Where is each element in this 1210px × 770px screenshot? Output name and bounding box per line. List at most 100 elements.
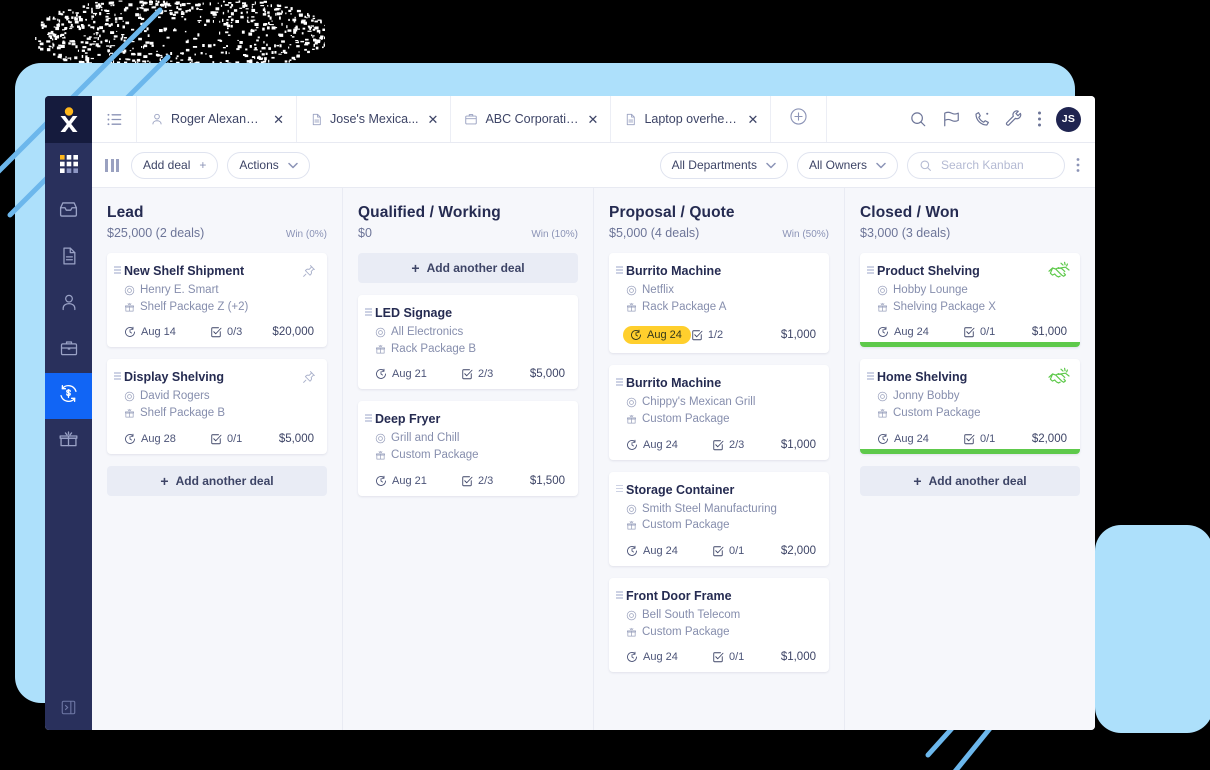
deal-card[interactable]: LED Signage All Electronics Rack Package B… — [358, 295, 578, 390]
search-kanban-container[interactable] — [907, 151, 1065, 179]
sidebar-item-contacts[interactable] — [45, 281, 92, 327]
left-navigation-rail — [45, 96, 92, 730]
add-another-deal-label: Add another deal — [928, 473, 1027, 488]
add-deal-label: Add deal — [143, 158, 191, 172]
sidebar-item-deals[interactable] — [45, 373, 92, 419]
deal-tasks: 0/1 — [963, 433, 1032, 445]
column-win-rate: Win (10%) — [531, 229, 578, 240]
deal-card[interactable]: Burrito Machine Netflix Rack Package A Aug … — [609, 253, 829, 354]
clock-icon — [626, 545, 638, 557]
due-date-label: Aug 21 — [392, 474, 427, 487]
close-icon[interactable]: ✕ — [273, 113, 284, 126]
pin-icon[interactable] — [302, 264, 316, 283]
add-deal-button[interactable]: Add deal + — [131, 151, 219, 179]
tab-abc-corporation[interactable]: ABC Corporatio... ✕ — [451, 96, 612, 142]
list-view-icon[interactable] — [92, 96, 137, 142]
clock-icon — [375, 475, 387, 487]
deal-card[interactable]: Deep Fryer Grill and Chill Custom Package A… — [358, 401, 578, 496]
deal-footer: Aug 24 2/3 $1,000 — [626, 439, 816, 451]
drag-handle-icon[interactable] — [616, 378, 623, 386]
drag-handle-icon[interactable] — [867, 372, 874, 380]
sidebar-item-inbox[interactable] — [45, 189, 92, 235]
departments-filter[interactable]: All Departments — [659, 151, 788, 179]
close-icon[interactable]: ✕ — [588, 113, 599, 126]
drag-handle-icon[interactable] — [114, 266, 121, 274]
columns-view-icon[interactable] — [105, 158, 119, 172]
tab-roger-alexandro[interactable]: Roger Alexandro.. ✕ — [137, 96, 297, 142]
deal-title: New Shelf Shipment — [124, 264, 245, 278]
pin-icon[interactable] — [302, 370, 316, 389]
due-date-label: Aug 24 — [894, 326, 929, 339]
deal-card[interactable]: Front Door Frame Bell South Telecom Custom… — [609, 578, 829, 673]
deal-amount: $1,500 — [529, 474, 565, 487]
app-logo[interactable] — [45, 96, 92, 143]
phone-icon[interactable] — [973, 110, 991, 128]
drag-handle-icon[interactable] — [616, 266, 623, 274]
checkbox-icon — [963, 326, 975, 338]
column-summary: $25,000 (2 deals) Win (0%) — [107, 226, 327, 240]
tab-label: Laptop overhea... — [644, 112, 739, 126]
flag-icon[interactable] — [941, 110, 959, 128]
drag-handle-icon[interactable] — [616, 484, 623, 493]
drag-handle-icon[interactable] — [365, 308, 372, 316]
deal-card[interactable]: New Shelf Shipment Henry E. Smart Shelf Pa… — [107, 253, 327, 348]
package-name: Shelf Package B — [140, 407, 226, 420]
deal-company: Netflix — [626, 282, 816, 299]
sidebar-item-apps[interactable] — [45, 143, 92, 189]
close-icon[interactable]: ✕ — [428, 113, 439, 126]
add-another-deal-label: Add another deal — [426, 261, 525, 275]
package-name: Custom Package — [642, 413, 730, 426]
close-icon[interactable]: ✕ — [748, 113, 759, 126]
drag-handle-icon[interactable] — [114, 372, 121, 380]
actions-dropdown[interactable]: Actions — [227, 151, 310, 179]
company-icon — [877, 285, 888, 296]
sidebar-item-documents[interactable] — [45, 235, 92, 281]
tab-laptop-overheating[interactable]: Laptop overhea... ✕ — [611, 96, 772, 142]
drag-handle-icon[interactable] — [365, 414, 372, 422]
column-title: Proposal / Quote — [609, 204, 735, 221]
drag-handle-icon[interactable] — [616, 591, 623, 599]
wrench-icon[interactable] — [1005, 110, 1023, 128]
avatar[interactable]: JS — [1056, 106, 1081, 132]
search-input[interactable] — [939, 157, 1053, 173]
sidebar-item-products[interactable] — [45, 419, 92, 465]
chevron-down-icon — [288, 162, 298, 169]
package-name: Rack Package B — [391, 342, 477, 355]
column-amount: $3,000 (3 deals) — [860, 226, 951, 240]
drag-handle-icon[interactable] — [867, 266, 874, 274]
deal-card[interactable]: Product Shelving Hobby Lounge Shelving Pac… — [860, 253, 1080, 348]
column-summary: $5,000 (4 deals) Win (50%) — [609, 226, 829, 240]
toolbar-more-button[interactable] — [1073, 157, 1083, 173]
deal-card[interactable]: Storage Container Smith Steel Manufacturi… — [609, 471, 829, 567]
deal-card[interactable]: Display Shelving David Rogers Shelf Packag… — [107, 359, 327, 454]
handshake-icon — [1047, 260, 1071, 285]
add-another-deal-button[interactable]: + Add another deal — [860, 465, 1080, 496]
column-header: Qualified / Working $0 Win (10%) — [358, 204, 578, 253]
deal-card[interactable]: Burrito Machine Chippy's Mexican Grill Cus… — [609, 365, 829, 460]
add-another-deal-button[interactable]: + Add another deal — [107, 465, 327, 496]
plus-icon: + — [913, 472, 922, 489]
deal-company: Henry E. Smart — [124, 282, 314, 299]
briefcase-icon — [464, 112, 478, 126]
sidebar-item-companies[interactable] — [45, 327, 92, 373]
deal-title: Burrito Machine — [626, 376, 722, 391]
deal-company: Chippy's Mexican Grill — [626, 394, 816, 411]
deal-card[interactable]: Home Shelving Jonny Bobby Custom Package Au… — [860, 359, 1080, 454]
due-date-label: Aug 24 — [647, 329, 682, 342]
add-tab-button[interactable] — [771, 96, 828, 142]
more-vertical-icon[interactable] — [1037, 110, 1042, 128]
deal-package: Rack Package A — [626, 299, 816, 316]
deal-tasks: 0/1 — [963, 326, 1032, 338]
sidebar-collapse-button[interactable] — [45, 700, 92, 720]
add-another-deal-button[interactable]: + Add another deal — [358, 253, 578, 283]
column-amount: $0 — [358, 226, 372, 240]
plus-icon: + — [199, 158, 207, 172]
deal-amount: $5,000 — [529, 368, 565, 381]
search-icon[interactable] — [909, 110, 927, 128]
package-icon — [877, 408, 888, 419]
owners-filter[interactable]: All Owners — [796, 151, 898, 179]
tasks-count: 2/3 — [478, 474, 494, 487]
tab-joses-mexican[interactable]: Jose's Mexica... ✕ — [297, 96, 452, 142]
checkbox-icon — [691, 329, 703, 341]
column-amount: $25,000 (2 deals) — [107, 226, 205, 240]
